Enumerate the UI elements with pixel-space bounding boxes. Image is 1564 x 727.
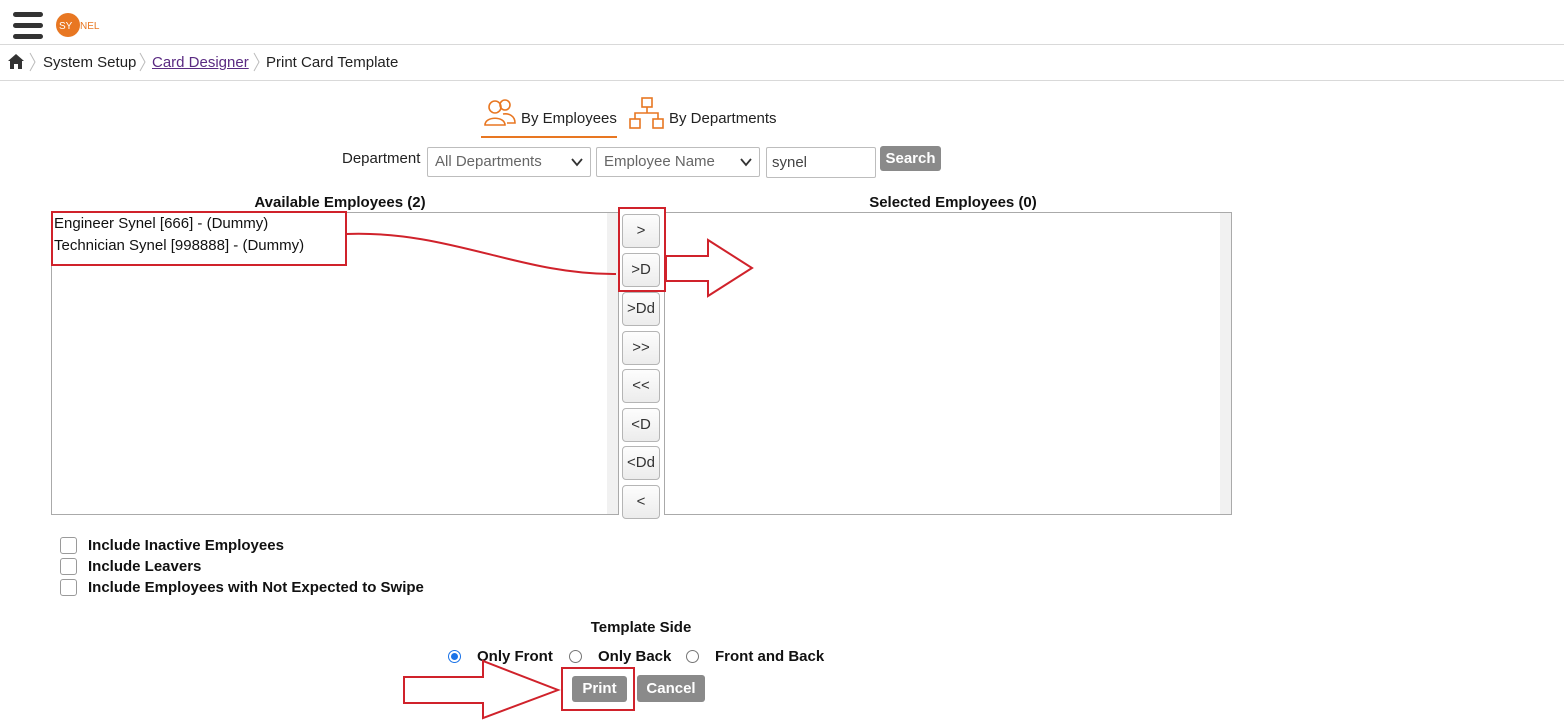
breadcrumb-system-setup[interactable]: System Setup [43, 54, 136, 71]
scrollbar[interactable] [607, 213, 618, 514]
move-all-right-button[interactable]: >> [622, 331, 660, 365]
include-leavers-label: Include Leavers [88, 558, 202, 575]
header-divider [0, 44, 1564, 45]
template-side-heading: Template Side [590, 619, 692, 636]
tab-by-departments-label[interactable]: By Departments [669, 110, 777, 127]
cancel-button[interactable]: Cancel [637, 675, 705, 702]
search-field-select-value: Employee Name [604, 153, 715, 170]
svg-text:NEL: NEL [80, 21, 100, 32]
only-back-radio[interactable] [569, 650, 582, 663]
search-button[interactable]: Search [880, 146, 941, 171]
available-employees-heading: Available Employees (2) [254, 194, 426, 211]
include-not-expected-swipe-label: Include Employees with Not Expected to S… [88, 579, 424, 596]
chevron-down-icon [740, 158, 752, 167]
move-dummy-left-button[interactable]: <D [622, 408, 660, 442]
department-label: Department [342, 150, 421, 167]
breadcrumb-card-designer[interactable]: Card Designer [152, 54, 249, 71]
breadcrumb-separator [29, 51, 37, 73]
move-selected-left-button[interactable]: < [622, 485, 660, 519]
chevron-down-icon [571, 158, 583, 167]
move-dummies-left-button[interactable]: <Dd [622, 446, 660, 480]
annotation-highlight-employees [51, 211, 347, 266]
include-not-expected-swipe-checkbox[interactable] [60, 579, 77, 596]
synel-logo: SY NEL [55, 10, 105, 40]
selected-employees-heading: Selected Employees (0) [869, 194, 1037, 211]
include-inactive-label: Include Inactive Employees [88, 537, 284, 554]
department-select[interactable]: All Departments [427, 147, 591, 177]
org-chart-icon [629, 97, 665, 131]
breadcrumb-separator [139, 51, 147, 73]
svg-text:SY: SY [59, 21, 73, 32]
move-dummies-right-button[interactable]: >Dd [622, 292, 660, 326]
selected-employees-list[interactable] [664, 212, 1232, 515]
move-all-left-button[interactable]: << [622, 369, 660, 403]
scrollbar[interactable] [1220, 213, 1231, 514]
annotation-highlight-move-buttons [618, 207, 666, 292]
menu-icon[interactable] [13, 12, 43, 42]
front-and-back-radio[interactable] [686, 650, 699, 663]
include-inactive-checkbox[interactable] [60, 537, 77, 554]
only-front-radio[interactable] [448, 650, 461, 663]
annotation-highlight-print [561, 667, 635, 711]
users-icon [483, 97, 517, 129]
breadcrumb-separator [253, 51, 261, 73]
annotation-block-arrow-print [403, 659, 561, 720]
front-and-back-label: Front and Back [715, 648, 825, 665]
only-front-label: Only Front [477, 648, 553, 665]
search-input[interactable] [766, 147, 876, 178]
home-icon[interactable] [7, 53, 25, 70]
search-field-select[interactable]: Employee Name [596, 147, 760, 177]
include-leavers-checkbox[interactable] [60, 558, 77, 575]
department-select-value: All Departments [435, 153, 542, 170]
breadcrumb-print-card-template: Print Card Template [266, 54, 399, 71]
tab-by-employees-label[interactable]: By Employees [521, 110, 617, 127]
only-back-label: Only Back [598, 648, 672, 665]
